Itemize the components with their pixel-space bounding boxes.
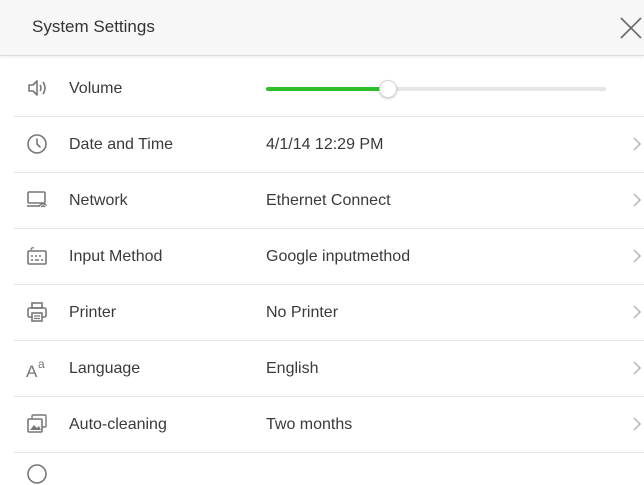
printer-label: Printer	[69, 304, 117, 321]
volume-slider-thumb[interactable]	[379, 80, 398, 98]
settings-row-date-time[interactable]: Date and Time 4/1/14 12:29 PM	[0, 117, 644, 173]
svg-text:A: A	[26, 362, 38, 379]
keyboard-icon	[26, 245, 48, 267]
clock-icon	[26, 133, 48, 155]
speaker-icon	[26, 77, 48, 99]
chevron-right-icon	[633, 193, 642, 207]
language-value: English	[266, 360, 319, 377]
chevron-right-icon	[633, 249, 642, 263]
close-button[interactable]	[614, 10, 644, 44]
language-icon: A a	[26, 357, 48, 381]
settings-row-auto-cleaning[interactable]: Auto-cleaning Two months	[0, 397, 644, 453]
chevron-right-icon	[633, 305, 642, 319]
info-icon	[27, 464, 47, 484]
settings-row-network[interactable]: Network Ethernet Connect	[0, 173, 644, 229]
close-icon	[620, 17, 642, 39]
svg-text:a: a	[38, 357, 45, 371]
images-icon	[26, 413, 48, 435]
auto-cleaning-label: Auto-cleaning	[69, 416, 167, 433]
settings-row-input-method[interactable]: Input Method Google inputmethod	[0, 229, 644, 285]
volume-slider[interactable]	[266, 80, 606, 98]
date-time-label: Date and Time	[69, 136, 174, 153]
input-method-value: Google inputmethod	[266, 248, 411, 265]
date-time-value: 4/1/14 12:29 PM	[266, 136, 384, 153]
settings-list: Volume Date and Time 4/1/14 12:29 PM Net…	[0, 61, 644, 453]
settings-row-volume: Volume	[0, 61, 644, 117]
chevron-right-icon	[633, 417, 642, 431]
network-label: Network	[69, 192, 128, 209]
chevron-right-icon	[633, 137, 642, 151]
auto-cleaning-value: Two months	[266, 416, 353, 433]
network-icon	[26, 189, 48, 211]
settings-row-language[interactable]: A a Language English	[0, 341, 644, 397]
chevron-right-icon	[633, 361, 642, 375]
volume-slider-fill	[266, 87, 389, 91]
language-label: Language	[69, 360, 141, 377]
settings-row-printer[interactable]: Printer No Printer	[0, 285, 644, 341]
header-bar: System Settings	[0, 0, 644, 56]
volume-label: Volume	[69, 80, 123, 97]
printer-icon	[26, 301, 48, 323]
network-value: Ethernet Connect	[266, 192, 391, 209]
page-title: System Settings	[32, 17, 155, 36]
input-method-label: Input Method	[69, 248, 163, 265]
printer-value: No Printer	[266, 304, 339, 321]
